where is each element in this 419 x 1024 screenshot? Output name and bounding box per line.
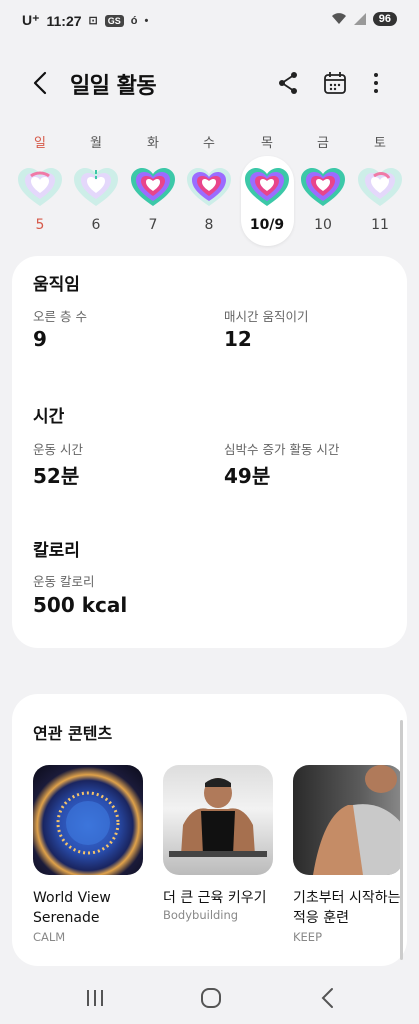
app-bar: 일일 활동 xyxy=(0,58,419,108)
recent-apps-icon[interactable] xyxy=(84,988,106,1008)
day-label: 수 xyxy=(203,136,215,151)
hourly-move-label: 매시간 움직이기 xyxy=(224,309,309,324)
more-options-icon[interactable] xyxy=(361,68,391,98)
calendar-icon[interactable] xyxy=(320,68,350,98)
content-thumbnail[interactable] xyxy=(293,765,403,875)
floors-label: 오른 층 수 xyxy=(33,309,87,324)
day-sunday[interactable]: 일 5 xyxy=(12,126,68,246)
share-icon[interactable] xyxy=(273,68,303,98)
clock: 11:27 xyxy=(46,12,82,29)
day-number: 5 xyxy=(35,217,45,233)
content-title-line1: 더 큰 근육 키우기 xyxy=(163,890,267,906)
activity-heart-icon xyxy=(131,168,175,206)
day-number: 10 xyxy=(314,217,332,233)
content-title-line2: Serenade xyxy=(33,910,100,926)
related-content-title: 연관 콘텐츠 xyxy=(33,724,113,743)
day-tuesday[interactable]: 화 7 xyxy=(125,126,181,246)
week-selector: 일 5 월 6 화 7 수 8 목 10/9 금 10 토 11 xyxy=(0,126,419,246)
floors-value: 9 xyxy=(33,327,47,351)
notification-icon: ó xyxy=(130,14,138,27)
content-title-line1: World View xyxy=(33,890,111,906)
page-title: 일일 활동 xyxy=(70,74,157,99)
content-title-line1: 기초부터 시작하는 xyxy=(293,890,401,906)
activity-heart-icon xyxy=(18,168,62,206)
activity-summary-card: 움직임 오른 층 수 9 매시간 움직이기 12 시간 운동 시간 52분 심박… xyxy=(12,256,407,648)
content-thumbnail[interactable] xyxy=(163,765,273,875)
activity-heart-icon xyxy=(187,168,231,206)
gs-badge: GS xyxy=(104,14,124,27)
bodybuilder-image xyxy=(169,778,267,857)
home-icon[interactable] xyxy=(200,987,222,1009)
content-source: Bodybuilding xyxy=(163,908,239,922)
day-friday[interactable]: 금 10 xyxy=(295,126,351,246)
carrier-label: U⁺ xyxy=(22,12,40,28)
day-monday[interactable]: 월 6 xyxy=(68,126,124,246)
day-label: 목 xyxy=(261,136,273,151)
back-icon[interactable] xyxy=(318,987,338,1009)
activity-heart-icon xyxy=(245,168,289,206)
hr-active-time-value: 49분 xyxy=(224,464,271,488)
hourly-move-value: 12 xyxy=(224,327,252,351)
day-number: 8 xyxy=(204,217,214,233)
content-title-line2: 적응 훈련 xyxy=(293,910,349,926)
back-arrow-icon[interactable] xyxy=(26,68,56,98)
section-title-time: 시간 xyxy=(33,407,65,427)
activity-heart-icon xyxy=(301,168,345,206)
tiny-planet-image xyxy=(56,791,120,855)
day-saturday[interactable]: 토 11 xyxy=(352,126,408,246)
day-label: 토 xyxy=(374,136,386,151)
content-source: CALM xyxy=(33,930,66,944)
activity-heart-icon xyxy=(358,168,402,206)
dot-indicator: • xyxy=(144,14,149,27)
exercise-time-label: 운동 시간 xyxy=(33,442,83,457)
related-content-card: 연관 콘텐츠 World View Serenade CALM 더 큰 근육 키… xyxy=(12,694,407,966)
day-wednesday[interactable]: 수 8 xyxy=(181,126,237,246)
day-label: 화 xyxy=(147,136,159,151)
content-thumbnail[interactable] xyxy=(33,765,143,875)
status-bar: U⁺ 11:27 ⊡ GS ó • 96 xyxy=(0,0,419,44)
day-label: 일 xyxy=(34,136,46,151)
section-title-calories: 칼로리 xyxy=(33,541,80,561)
day-number: 6 xyxy=(91,217,101,233)
signal-icon xyxy=(353,13,366,25)
screenshot-icon: ⊡ xyxy=(88,15,98,27)
hr-active-time-label: 심박수 증가 활동 시간 xyxy=(224,442,340,457)
exercise-calories-label: 운동 칼로리 xyxy=(33,574,95,589)
exercise-time-value: 52분 xyxy=(33,464,80,488)
athlete-image xyxy=(313,765,403,875)
activity-heart-icon xyxy=(74,168,118,206)
day-number: 7 xyxy=(148,217,158,233)
section-title-movement: 움직임 xyxy=(33,275,80,295)
battery-indicator: 96 xyxy=(372,12,397,26)
system-navigation-bar xyxy=(0,976,419,1024)
day-label: 금 xyxy=(317,136,329,151)
day-number: 10/9 xyxy=(249,217,285,233)
day-number: 11 xyxy=(371,217,389,233)
day-thursday[interactable]: 목 10/9 xyxy=(239,126,295,246)
exercise-calories-value: 500 kcal xyxy=(33,593,128,617)
content-source: KEEP xyxy=(293,930,323,944)
wifi-icon xyxy=(331,13,346,24)
scrollbar[interactable] xyxy=(400,720,403,960)
day-label: 월 xyxy=(90,136,102,151)
